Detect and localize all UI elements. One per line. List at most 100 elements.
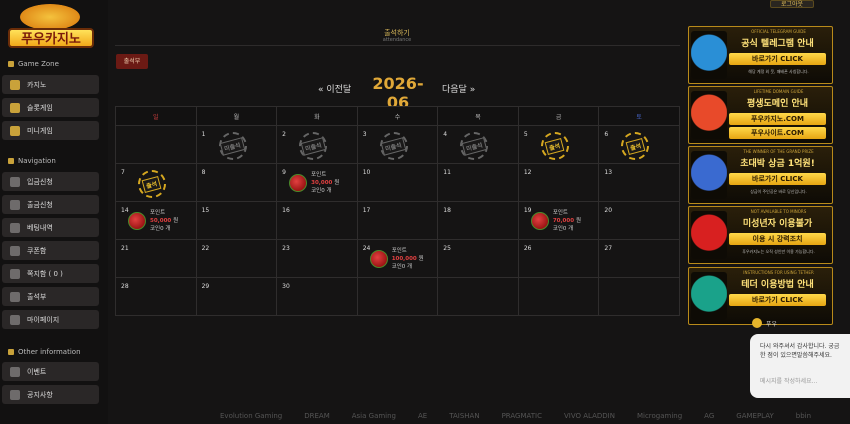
sidebar-item-label: 마이페이지 (27, 315, 60, 324)
calendar-day: 3 미출석 (356, 125, 439, 164)
logo[interactable]: 푸우카지노 (6, 4, 96, 48)
calendar-day (437, 277, 519, 316)
withdraw-icon (10, 199, 20, 210)
sidebar-item-label: 이벤트 (27, 367, 47, 376)
section-game-zone: Game Zone (8, 60, 59, 68)
promo-banner[interactable]: NOT AVAILABLE TO MINORS 미성년자 이용불가 이용 시 강력조… (688, 206, 833, 264)
calendar-day: 14 포인트 50,000 원 코인0 개 (115, 201, 197, 240)
banner-image-icon (691, 211, 727, 259)
sidebar-item-label: 슬롯게임 (27, 103, 53, 112)
banner-caption: NOT AVAILABLE TO MINORS (750, 209, 807, 214)
sidebar-item-events[interactable]: 이벤트 (2, 362, 99, 381)
banner-button[interactable]: 바로가기 CLICK (729, 294, 826, 306)
day-number: 18 (443, 207, 451, 214)
reward-label: 포인트 (391, 248, 407, 254)
app-root: 로그아웃 푸우카지노 Game Zone 카지노 슬롯게임 미니게임 Navig… (0, 0, 850, 424)
calendar-day: 7 출석 (115, 163, 197, 202)
promo-banner[interactable]: INSTRUCTIONS FOR USING TETHER 테더 이용방법 안내 바… (688, 267, 833, 325)
calendar-day: 19 포인트 70,000 원 코인0 개 (517, 201, 600, 240)
sidebar-item-deposit[interactable]: 입금신청 (2, 172, 99, 191)
sidebar-item-notice[interactable]: 공지사항 (2, 385, 99, 404)
calendar-day: 4 미출석 (437, 125, 519, 164)
sidebar-item-label: 출석부 (27, 292, 47, 301)
calendar-week: 21 22 23 24 포인트 100,000 원 코인0 개 25 26 27 (115, 239, 680, 278)
day-number: 4 (443, 131, 448, 138)
deposit-icon (10, 176, 20, 187)
provider-logo: VIVO ALADDIN (563, 412, 615, 420)
banner-button[interactable]: 바로가기 CLICK (729, 173, 826, 185)
sidebar-item-coupons[interactable]: 쿠폰함 (2, 241, 99, 260)
banner-footer: 해당 계정 외 웃, 패배폰 사칭합니다. (748, 69, 809, 74)
day-number: 15 (201, 207, 210, 214)
section-navigation: Navigation (8, 157, 56, 165)
calendar-day: 21 (115, 239, 197, 278)
calendar-day: 18 (437, 201, 519, 240)
stamp-label: 미출석 (300, 136, 326, 156)
promo-banner[interactable]: THE WINNER OF THE GRAND PRIZE 초대박 상금 1억원!… (688, 146, 833, 204)
logout-button[interactable]: 로그아웃 (770, 0, 815, 8)
weekday-thu: 목 (437, 106, 519, 126)
next-month-link[interactable]: 다음달 » (442, 82, 475, 95)
reward-coin: 코인0 개 (150, 226, 171, 232)
banner-heading: 공식 텔레그램 안내 (741, 39, 814, 49)
promo-banner[interactable]: LIFETIME DOMAIN GUIDE 평생도메인 안내 푸우카지노.COM 푸우… (688, 86, 833, 144)
stamp-label: 미출석 (219, 136, 246, 156)
money-bag-icon (289, 174, 308, 192)
day-number: 9 (282, 169, 286, 176)
reward-amount: 70,000 원 (552, 218, 582, 224)
sidebar-item-casino[interactable]: 카지노 (2, 75, 99, 94)
provider-logos: Evolution Gaming DREAM Asia Gaming AE TAISHA… (220, 408, 811, 424)
money-bag-icon (128, 212, 146, 230)
banner-footer: 상금이 주인공은 바로 당신입니다. (750, 189, 807, 194)
provider-logo: Microgaming (636, 412, 683, 420)
weekday-fri: 금 (517, 106, 600, 126)
calendar-day: 2 미출석 (276, 125, 358, 164)
sidebar-item-bets[interactable]: 베팅내역 (2, 218, 99, 237)
section-other-info: Other information (8, 348, 81, 356)
section-title: Navigation (18, 157, 56, 165)
stamp-label: 출석 (625, 137, 646, 155)
day-number: 13 (604, 169, 613, 176)
calendar-day (115, 125, 197, 164)
divider (115, 45, 680, 46)
calendar-icon (10, 291, 20, 302)
banner-button-secondary[interactable]: 푸우사이트.COM (729, 127, 826, 139)
sidebar-item-messages[interactable]: 쪽지함 ( 0 ) (2, 264, 99, 283)
promo-banner[interactable]: OFFICIAL TELEGRAM GUIDE 공식 텔레그램 안내 바로가기 CL… (688, 26, 833, 84)
reward-amount: 50,000 원 (150, 218, 179, 224)
stamp-label: 출석 (544, 137, 565, 155)
banner-button[interactable]: 이용 시 강력조치 (729, 233, 826, 245)
sidebar-item-attendance[interactable]: 출석부 (2, 287, 99, 306)
attended-stamp: 출석 (540, 132, 569, 160)
day-number: 26 (523, 245, 532, 252)
chat-widget[interactable]: 다시 와주셔서 감사합니다. 궁금한 점이 있으면말씀해주세요. 메시지를 작성… (750, 334, 850, 398)
sidebar-item-label: 카지노 (27, 80, 47, 89)
tab-attendance[interactable]: 출석부 (116, 54, 148, 69)
reward-coin: 코인0 개 (552, 226, 574, 232)
banner-heading: 초대박 상금 1억원! (740, 159, 815, 169)
absent-stamp: 미출석 (299, 132, 328, 160)
sidebar-item-withdraw[interactable]: 출금신청 (2, 195, 99, 214)
chat-input[interactable]: 메시지를 작성하세요... (760, 376, 817, 385)
calendar-day: 28 (115, 277, 197, 316)
calendar-day: 24 포인트 100,000 원 코인0 개 (356, 239, 440, 278)
sidebar-item-minigame[interactable]: 미니게임 (2, 121, 99, 140)
sidebar-item-label: 공지사항 (27, 390, 53, 399)
calendar-day: 10 (356, 163, 439, 202)
banner-button[interactable]: 푸우카지노.COM (729, 113, 826, 125)
sidebar-item-slot[interactable]: 슬롯게임 (2, 98, 99, 117)
banner-button[interactable]: 바로가기 CLICK (729, 53, 826, 65)
day-number: 29 (201, 283, 210, 290)
calendar-day: 22 (195, 239, 278, 278)
casino-icon (10, 79, 20, 90)
sidebar-item-mypage[interactable]: 마이페이지 (2, 310, 99, 329)
sidebar-item-label: 쪽지함 ( 0 ) (27, 269, 63, 278)
calendar-day: 17 (356, 201, 439, 240)
megaphone-icon (10, 389, 20, 400)
banner-heading: 평생도메인 안내 (746, 99, 809, 109)
day-number: 10 (362, 169, 371, 176)
prev-month-link[interactable]: « 이전달 (318, 82, 351, 95)
calendar-week: 1 미출석 2 미출석 3 미출석 4 미출석 5 출석 6 출석 (115, 125, 680, 164)
daily-reward: 포인트 100,000 원 코인0 개 (369, 244, 440, 274)
provider-logo: bbin (795, 412, 812, 420)
